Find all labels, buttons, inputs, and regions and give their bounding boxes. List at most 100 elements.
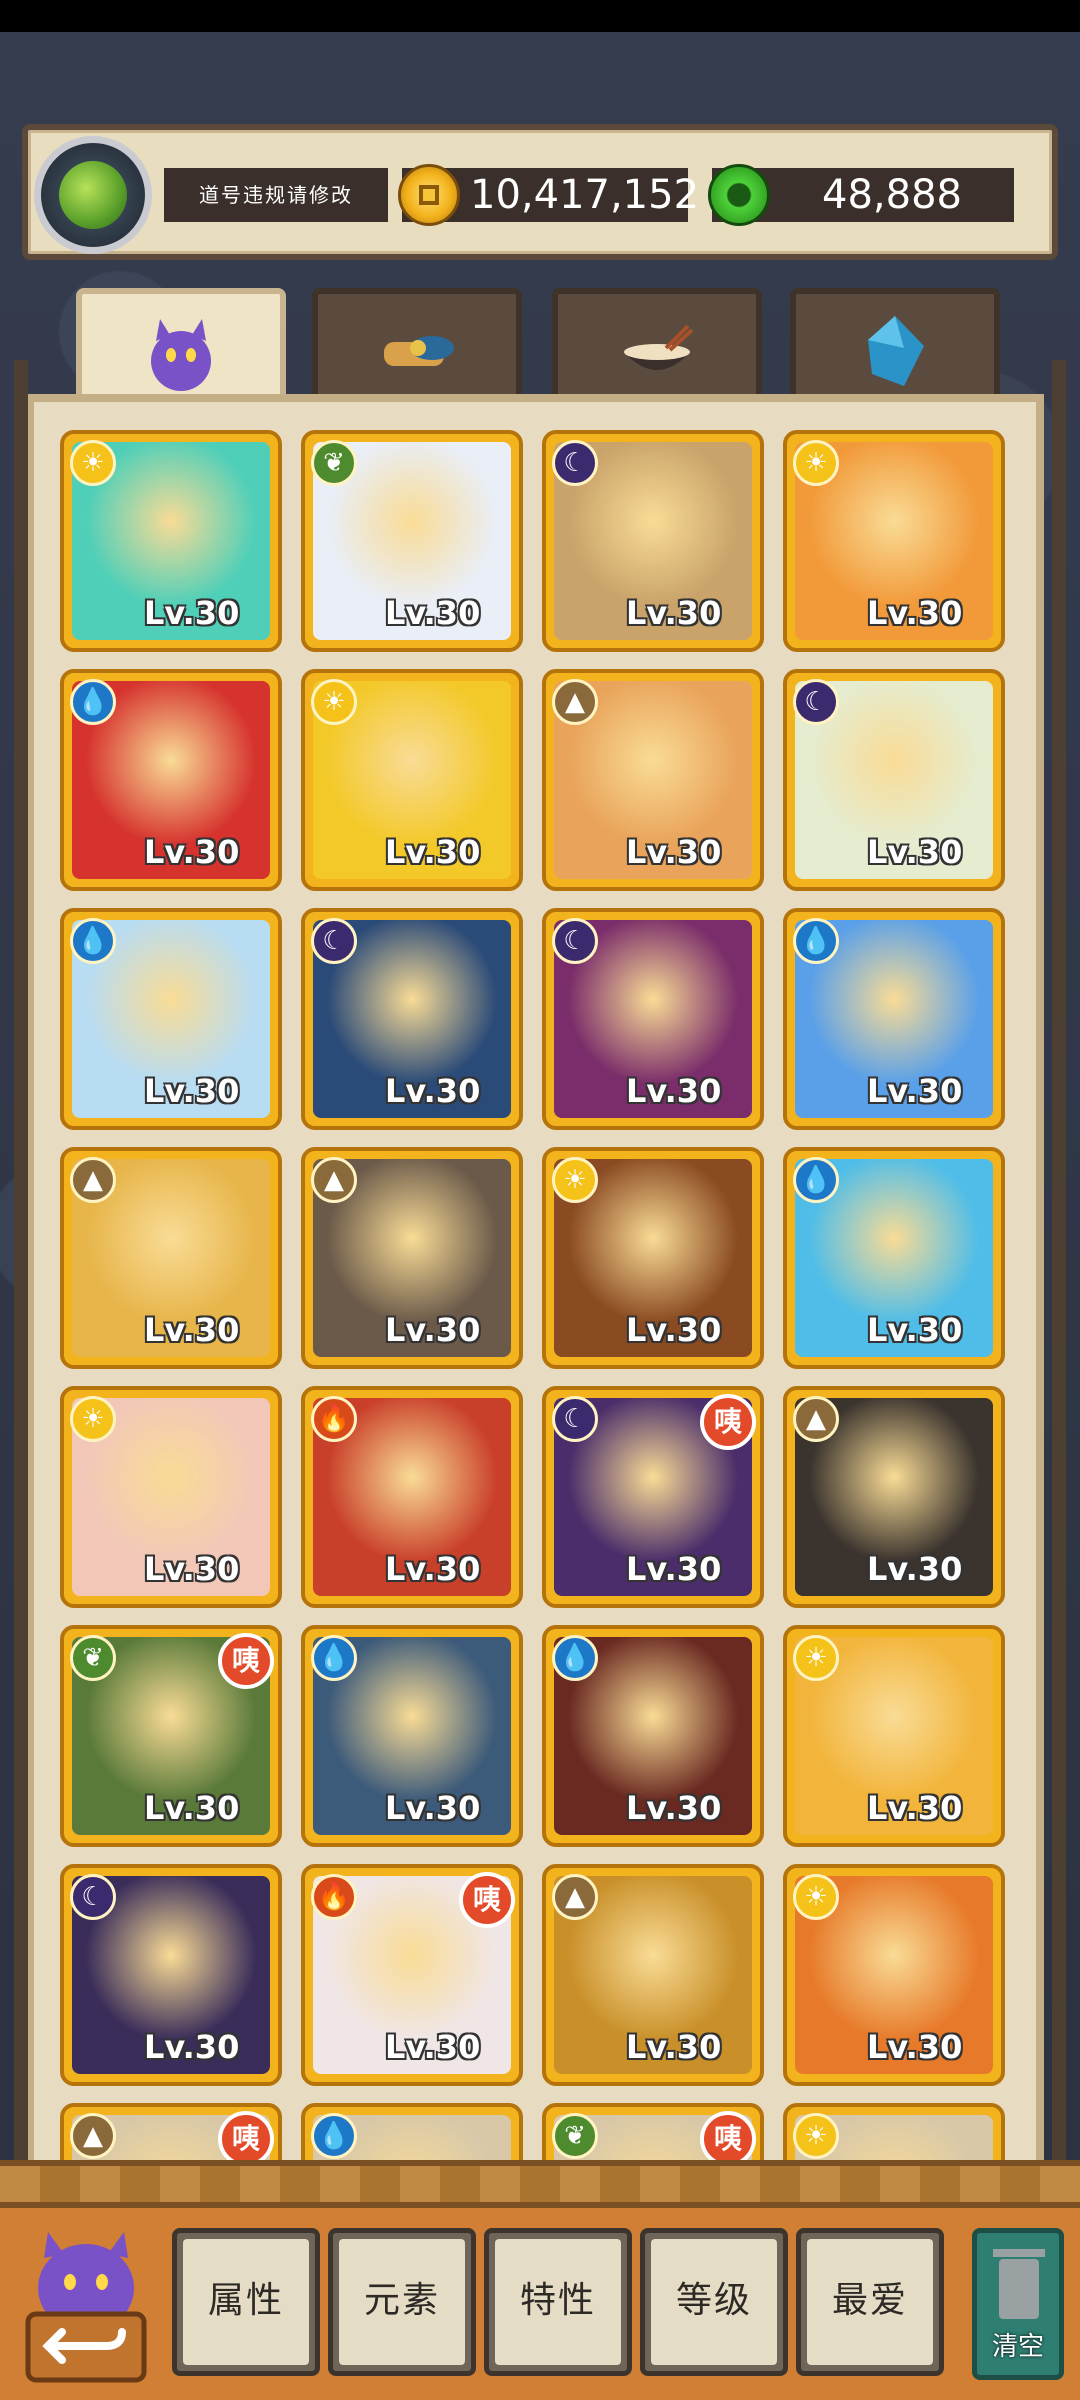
sun-element-icon: ☀ [793, 1635, 839, 1681]
player-avatar[interactable] [34, 136, 152, 254]
new-badge: 咦 [218, 1633, 274, 1689]
fire-element-icon: 🔥 [311, 1396, 357, 1442]
new-badge: 咦 [218, 2111, 274, 2160]
hero-card[interactable]: ☾ Lv.30 咦 [542, 1386, 764, 1608]
hero-card[interactable]: ☾ Lv.30 [60, 1864, 282, 2086]
filter-attribute-button[interactable]: 属性 [172, 2228, 320, 2376]
hero-level: Lv.30 [144, 2028, 240, 2066]
hero-level: Lv.30 [626, 1550, 722, 1588]
sun-element-icon: ☀ [793, 440, 839, 486]
hero-level: Lv.30 [144, 833, 240, 871]
clear-label: 清空 [991, 2332, 1044, 2362]
hero-card[interactable]: ☀ Lv.30 [542, 1147, 764, 1369]
coin-amount: 10,417,152 [470, 172, 700, 218]
filter-level-label: 等级 [651, 2239, 777, 2365]
hero-card[interactable]: 💧 [301, 2103, 523, 2160]
hero-level: Lv.30 [867, 833, 963, 871]
hero-card[interactable]: ☀ Lv.30 [783, 1864, 1005, 2086]
clear-button[interactable]: 清空 [972, 2228, 1064, 2380]
hero-level: Lv.30 [867, 1311, 963, 1349]
water-element-icon: 💧 [793, 918, 839, 964]
hero-card[interactable]: 💧 Lv.30 [542, 1625, 764, 1847]
filter-level-button[interactable]: 等级 [640, 2228, 788, 2376]
hero-level: Lv.30 [144, 1789, 240, 1827]
hero-card[interactable]: ☾ Lv.30 [301, 908, 523, 1130]
hero-card[interactable]: ☾ Lv.30 [783, 669, 1005, 891]
earth-element-icon: ▲ [552, 679, 598, 725]
jade-counter[interactable]: 48,888 [708, 164, 1014, 226]
moon-element-icon: ☾ [552, 918, 598, 964]
hero-level: Lv.30 [626, 594, 722, 632]
hero-card[interactable]: 💧 Lv.30 [301, 1625, 523, 1847]
moon-element-icon: ☾ [793, 679, 839, 725]
coin-counter[interactable]: 10,417,152 [398, 164, 700, 226]
new-badge: 咦 [459, 1872, 515, 1928]
water-element-icon: 💧 [311, 1635, 357, 1681]
hero-card[interactable]: ❦ Lv.30 [301, 430, 523, 652]
status-bar [0, 0, 1080, 32]
filter-trait-label: 特性 [495, 2239, 621, 2365]
sun-element-icon: ☀ [70, 440, 116, 486]
hero-level: Lv.30 [385, 2028, 481, 2066]
hero-grid[interactable]: ☀ Lv.30 ❦ Lv.30 ☾ Lv.30 ☀ Lv.30 💧 Lv.30 ☀ Lv.30 ▲ Lv.… [60, 430, 1020, 2160]
hero-card[interactable]: ❦ Lv.30 咦 [60, 1625, 282, 1847]
hero-level: Lv.30 [867, 1550, 963, 1588]
water-element-icon: 💧 [70, 918, 116, 964]
hero-level: Lv.30 [626, 1311, 722, 1349]
player-name[interactable]: 道号违规请修改 [164, 168, 388, 222]
hero-level: Lv.30 [867, 2028, 963, 2066]
sun-element-icon: ☀ [552, 1157, 598, 1203]
hero-level: Lv.30 [626, 833, 722, 871]
hero-card[interactable]: ☀ Lv.30 [60, 430, 282, 652]
hero-level: Lv.30 [867, 1072, 963, 1110]
hero-card[interactable]: ☀ Lv.30 [783, 430, 1005, 652]
tab-food[interactable] [552, 288, 762, 408]
filter-trait-button[interactable]: 特性 [484, 2228, 632, 2376]
tab-items[interactable] [312, 288, 522, 408]
hero-level: Lv.30 [385, 1789, 481, 1827]
right-rail [1052, 360, 1066, 2160]
hero-card[interactable]: ▲ Lv.30 [301, 1147, 523, 1369]
hero-card[interactable]: 💧 Lv.30 [60, 908, 282, 1130]
earth-element-icon: ▲ [552, 1874, 598, 1920]
moon-element-icon: ☾ [311, 918, 357, 964]
hero-card[interactable]: 🔥 Lv.30 [301, 1386, 523, 1608]
hero-card[interactable]: 💧 Lv.30 [783, 908, 1005, 1130]
hero-card[interactable]: ☾ Lv.30 [542, 908, 764, 1130]
hero-card[interactable]: ▲ Lv.30 [542, 669, 764, 891]
new-badge: 咦 [700, 1394, 756, 1450]
hero-card[interactable]: ▲ Lv.30 [783, 1386, 1005, 1608]
hero-level: Lv.30 [626, 1789, 722, 1827]
hero-card[interactable]: 🔥 Lv.30 咦 [301, 1864, 523, 2086]
hero-level: Lv.30 [385, 594, 481, 632]
filter-favorite-button[interactable]: 最爱 [796, 2228, 944, 2376]
hero-card[interactable]: ☀ Lv.30 [783, 1625, 1005, 1847]
sun-element-icon: ☀ [793, 2113, 839, 2159]
hero-card[interactable]: ☾ Lv.30 [542, 430, 764, 652]
leaf-element-icon: ❦ [70, 1635, 116, 1681]
hero-card[interactable]: ☀ [783, 2103, 1005, 2160]
hero-card[interactable]: ▲ Lv.30 [60, 1147, 282, 1369]
hero-level: Lv.30 [867, 594, 963, 632]
back-button[interactable] [18, 2228, 154, 2388]
filter-element-button[interactable]: 元素 [328, 2228, 476, 2376]
hero-level: Lv.30 [626, 2028, 722, 2066]
earth-element-icon: ▲ [70, 1157, 116, 1203]
hero-card[interactable]: ▲ 咦 [60, 2103, 282, 2160]
hero-card[interactable]: 💧 Lv.30 [783, 1147, 1005, 1369]
tab-gems[interactable] [790, 288, 1000, 408]
hero-level: Lv.30 [144, 1311, 240, 1349]
scroll-feather-icon [384, 336, 454, 366]
left-rail [14, 360, 28, 2160]
sun-element-icon: ☀ [311, 679, 357, 725]
hero-card[interactable]: ▲ Lv.30 [542, 1864, 764, 2086]
hero-card[interactable]: ☀ Lv.30 [301, 669, 523, 891]
hero-card[interactable]: 💧 Lv.30 [60, 669, 282, 891]
earth-element-icon: ▲ [311, 1157, 357, 1203]
new-badge: 咦 [700, 2111, 756, 2160]
jade-amount: 48,888 [822, 172, 962, 218]
noodle-bowl-icon [624, 324, 694, 370]
hero-level: Lv.30 [144, 1072, 240, 1110]
hero-card[interactable]: ☀ Lv.30 [60, 1386, 282, 1608]
hero-card[interactable]: ❦ 咦 [542, 2103, 764, 2160]
